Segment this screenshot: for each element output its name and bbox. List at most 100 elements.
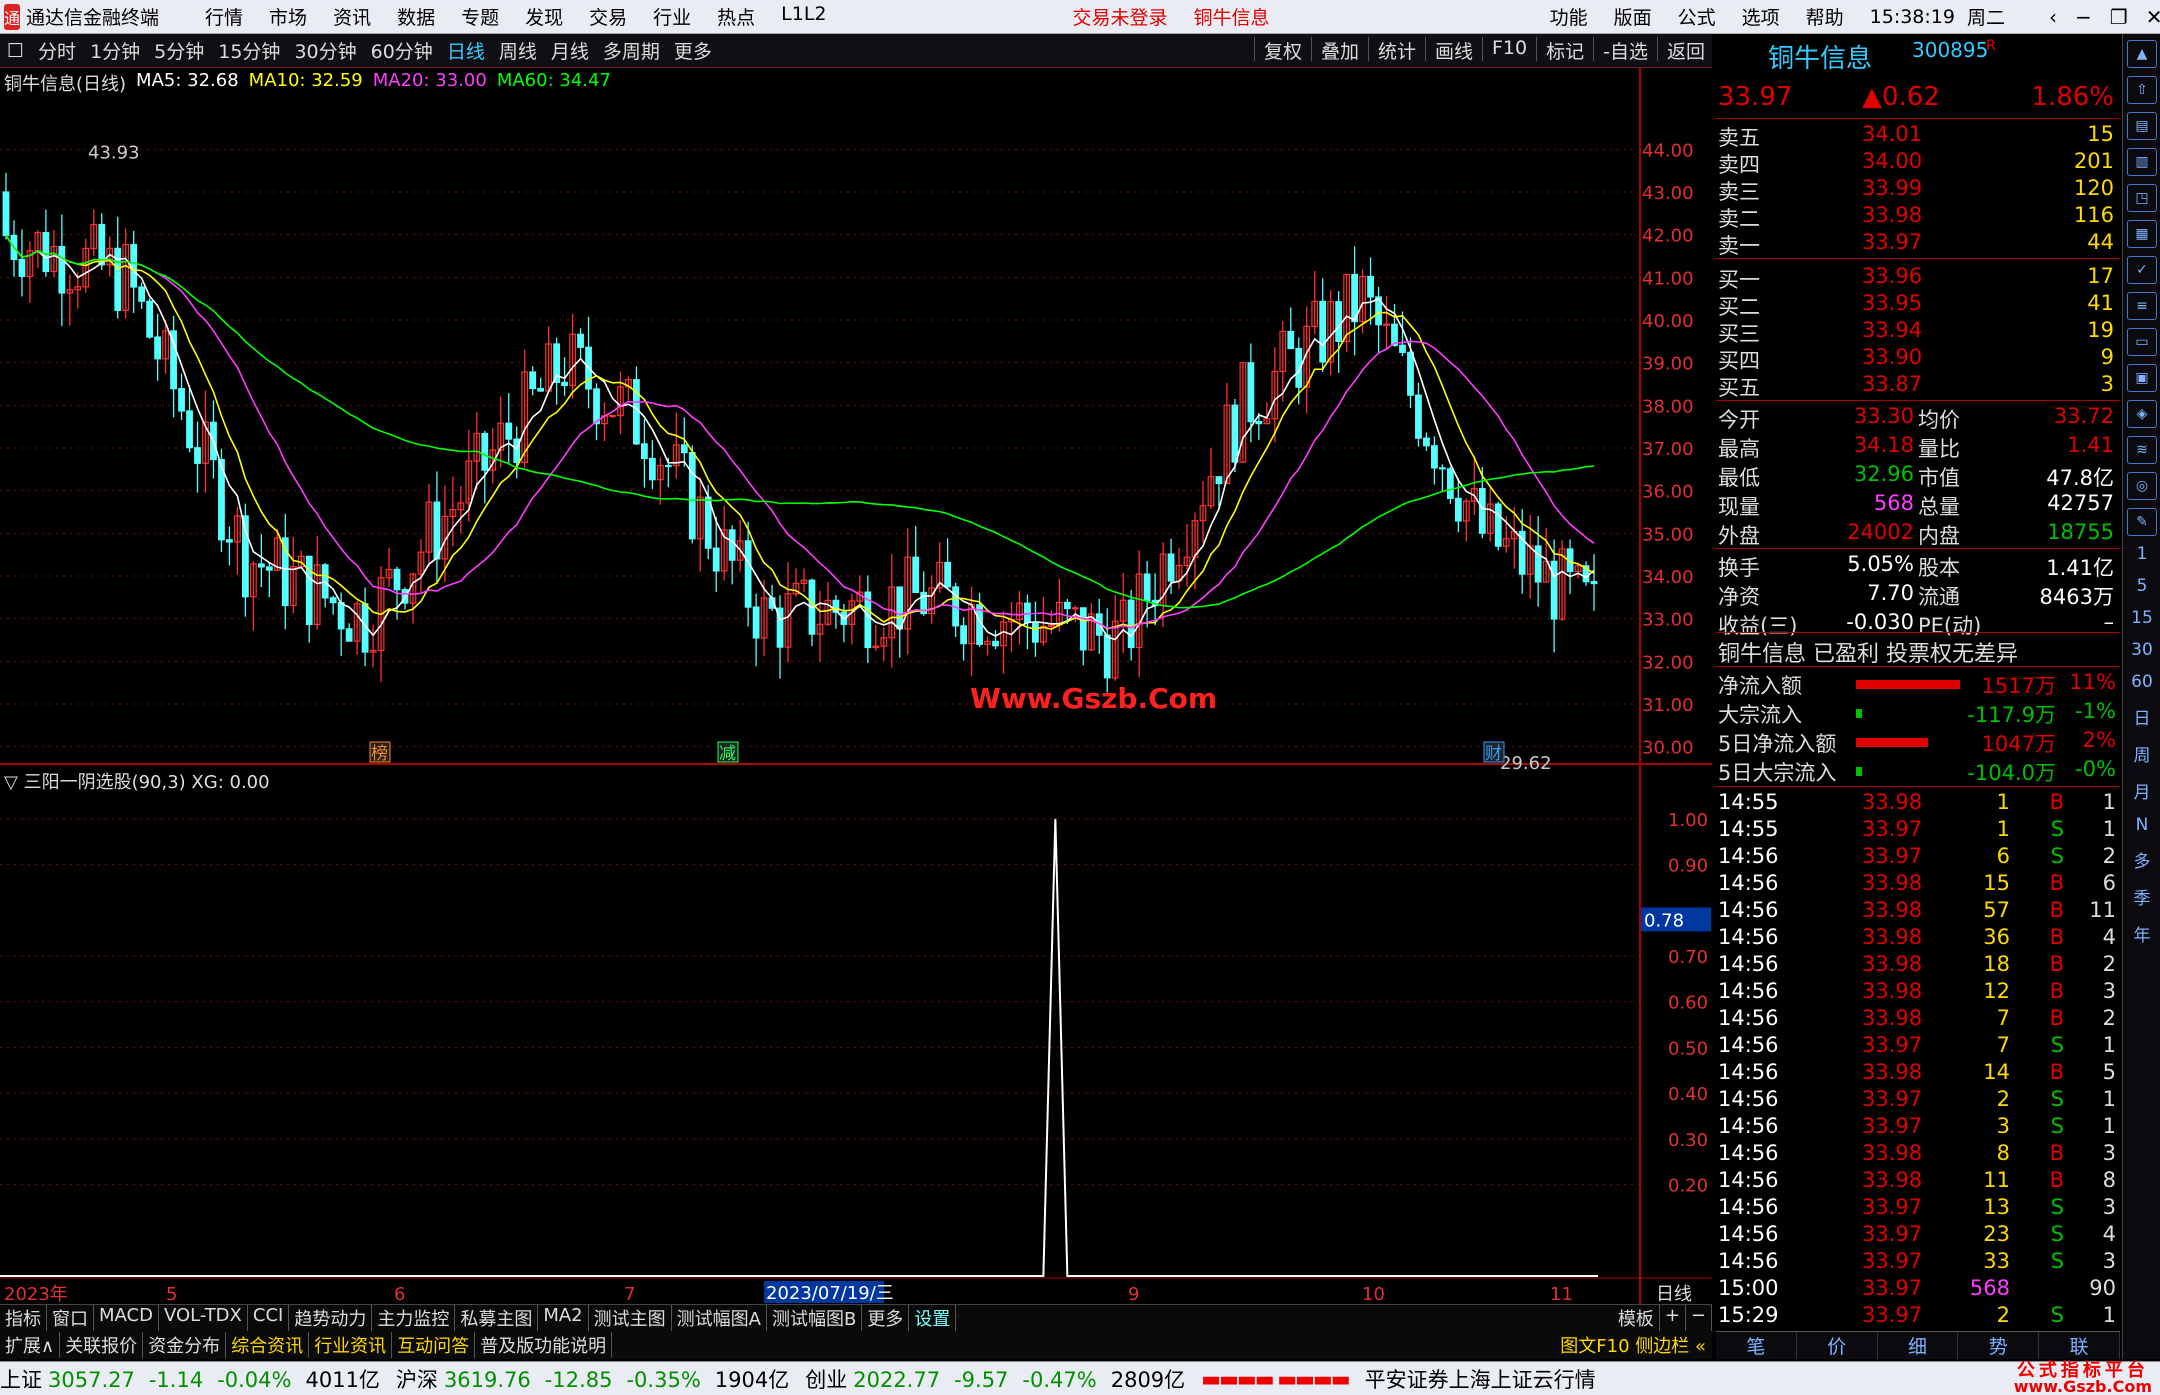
sidebar-tool-icon[interactable]: ▣ [2127,364,2157,392]
sidebar-period-8[interactable]: N [2123,815,2160,835]
tool-button-7[interactable]: 返回 [1660,37,1712,64]
sidebar-period-6[interactable]: 周 [2123,741,2160,766]
index-sh[interactable]: 上证 3057.27 -1.14 -0.04% 4011亿 [0,1364,380,1394]
indicator-tab-0[interactable]: 指标 [0,1305,47,1331]
sidebar-tool-icon[interactable]: ≡ [2127,292,2157,320]
chart-area[interactable]: 44.00 43.00 42.00 41.00 40.00 39.00 38.00 37.00… [0,68,1712,1304]
indicator-tab-4[interactable]: CCI [248,1305,290,1331]
menu-right-0[interactable]: 功能 [1550,3,1588,30]
menu-item-1[interactable]: 市场 [269,3,307,30]
menu-item-6[interactable]: 交易 [589,3,627,30]
tool-button-0[interactable]: 复权 [1257,37,1309,64]
menu-item-7[interactable]: 行业 [653,3,691,30]
period-tab-10[interactable]: 更多 [667,37,719,64]
sidebar-tool-icon[interactable]: ▤ [2127,112,2157,140]
sidebar-tool-icon[interactable]: ✓ [2127,256,2157,284]
sidebar-period-11[interactable]: 年 [2123,921,2160,946]
menu-item-9[interactable]: L1L2 [781,3,826,30]
indicator-tab-12[interactable]: 更多 [862,1305,910,1331]
sidebar-period-7[interactable]: 月 [2123,778,2160,803]
menu-right-2[interactable]: 公式 [1678,3,1716,30]
period-tab-9[interactable]: 多周期 [596,37,667,64]
indicator-tab-10[interactable]: 测试幅图A [672,1305,767,1331]
sidebar-tool-icon[interactable]: ◈ [2127,400,2157,428]
indicator-tab-8[interactable]: MA2 [538,1305,589,1331]
indicator-tab-9[interactable]: 测试主图 [589,1305,672,1331]
restore-icon[interactable]: ❐ [2110,5,2128,29]
period-tab-8[interactable]: 月线 [544,37,596,64]
close-icon[interactable]: ✕ [2146,5,2160,29]
indicator-tab-7[interactable]: 私募主图 [455,1305,539,1331]
tool-button-4[interactable]: F10 [1485,37,1534,64]
info-tab-3[interactable]: 综合资讯 [226,1332,310,1358]
indicator-tab-5[interactable]: 趋势动力 [289,1305,373,1331]
indicator-tab-11[interactable]: 测试幅图B [767,1305,863,1331]
menu-right-1[interactable]: 版面 [1614,3,1652,30]
quote-tab-1[interactable]: 价 [1797,1332,1878,1359]
sidebar-period-3[interactable]: 30 [2123,640,2160,660]
index-sz[interactable]: 沪深 3619.76 -12.85 -0.35% 1904亿 [396,1364,789,1394]
menu-item-3[interactable]: 数据 [397,3,435,30]
quote-tab-0[interactable]: 笔 [1716,1332,1797,1359]
sidebar-period-0[interactable]: 1 [2123,544,2160,564]
info-tab-5[interactable]: 互动问答 [392,1332,476,1358]
info-tab-1[interactable]: 关联报价 [60,1332,144,1358]
minimize-icon[interactable]: − [2075,5,2092,29]
quote-tab-3[interactable]: 势 [1958,1332,2040,1359]
sidebar-tool-icon[interactable]: ◎ [2127,472,2157,500]
sidebar-tool-icon[interactable]: ▭ [2127,328,2157,356]
period-tab-5[interactable]: 60分钟 [364,37,440,64]
tool-button-1[interactable]: 叠加 [1314,37,1366,64]
sidebar-period-2[interactable]: 15 [2123,608,2160,628]
back-icon[interactable]: ‹ [2049,5,2057,29]
sidebar-period-1[interactable]: 5 [2123,576,2160,596]
quote-tab-4[interactable]: 联 [2039,1332,2120,1359]
sidebar-period-5[interactable]: 日 [2123,704,2160,729]
f10-sidebar-toggle[interactable]: 图文F10 侧边栏 « [1560,1332,1706,1358]
info-tab-2[interactable]: 资金分布 [143,1332,227,1358]
period-tab-4[interactable]: 30分钟 [287,37,363,64]
toolbar-menu-icon[interactable]: ☐ [0,40,31,62]
indicator-tab-2[interactable]: MACD [94,1305,159,1331]
period-tab-3[interactable]: 15分钟 [211,37,287,64]
tool-button-2[interactable]: 统计 [1371,37,1423,64]
indicator-tab-1[interactable]: 窗口 [47,1305,94,1331]
period-tab-7[interactable]: 周线 [492,37,544,64]
menu-item-8[interactable]: 热点 [717,3,755,30]
period-tab-1[interactable]: 1分钟 [83,37,147,64]
sidebar-tool-icon[interactable]: ⇧ [2127,76,2157,104]
tool-button-6[interactable]: -自选 [1596,37,1655,64]
sidebar-tool-icon[interactable]: ▦ [2127,220,2157,248]
period-tab-2[interactable]: 5分钟 [147,37,211,64]
sidebar-tool-icon[interactable]: ▲ [2127,40,2157,68]
tool-button-3[interactable]: 画线 [1428,37,1480,64]
sidebar-period-9[interactable]: 多 [2123,847,2160,872]
info-tab-6[interactable]: 普及版功能说明 [475,1332,613,1358]
quote-tab-2[interactable]: 细 [1878,1332,1959,1359]
template-button-1[interactable]: + [1660,1305,1686,1331]
sidebar-tool-icon[interactable]: ✎ [2127,508,2157,536]
period-tab-6[interactable]: 日线 [440,37,492,64]
menu-item-4[interactable]: 专题 [461,3,499,30]
index-cy[interactable]: 创业 2022.77 -9.57 -0.47% 2809亿 [805,1364,1185,1394]
sidebar-period-4[interactable]: 60 [2123,672,2160,692]
indicator-tab-13[interactable]: 设置 [909,1305,957,1331]
template-button-0[interactable]: 模板 [1613,1305,1660,1331]
indicator-tab-6[interactable]: 主力监控 [372,1305,456,1331]
info-tab-4[interactable]: 行业资讯 [309,1332,393,1358]
period-tab-0[interactable]: 分时 [31,37,83,64]
login-status[interactable]: 交易未登录 [1073,3,1168,30]
event-marker-2[interactable]: 财 [1485,744,1502,764]
tool-button-5[interactable]: 标记 [1539,37,1591,64]
event-marker-1[interactable]: 减 [719,744,736,764]
menu-item-0[interactable]: 行情 [205,3,243,30]
info-tab-0[interactable]: 扩展∧ [0,1332,61,1358]
sidebar-tool-icon[interactable]: ◳ [2127,184,2157,212]
sidebar-period-10[interactable]: 季 [2123,884,2160,909]
indicator-tab-3[interactable]: VOL-TDX [159,1305,248,1331]
menu-item-2[interactable]: 资讯 [333,3,371,30]
menu-item-5[interactable]: 发现 [525,3,563,30]
sidebar-tool-icon[interactable]: ▥ [2127,148,2157,176]
template-button-2[interactable]: − [1686,1305,1712,1331]
menu-right-4[interactable]: 帮助 [1806,3,1844,30]
